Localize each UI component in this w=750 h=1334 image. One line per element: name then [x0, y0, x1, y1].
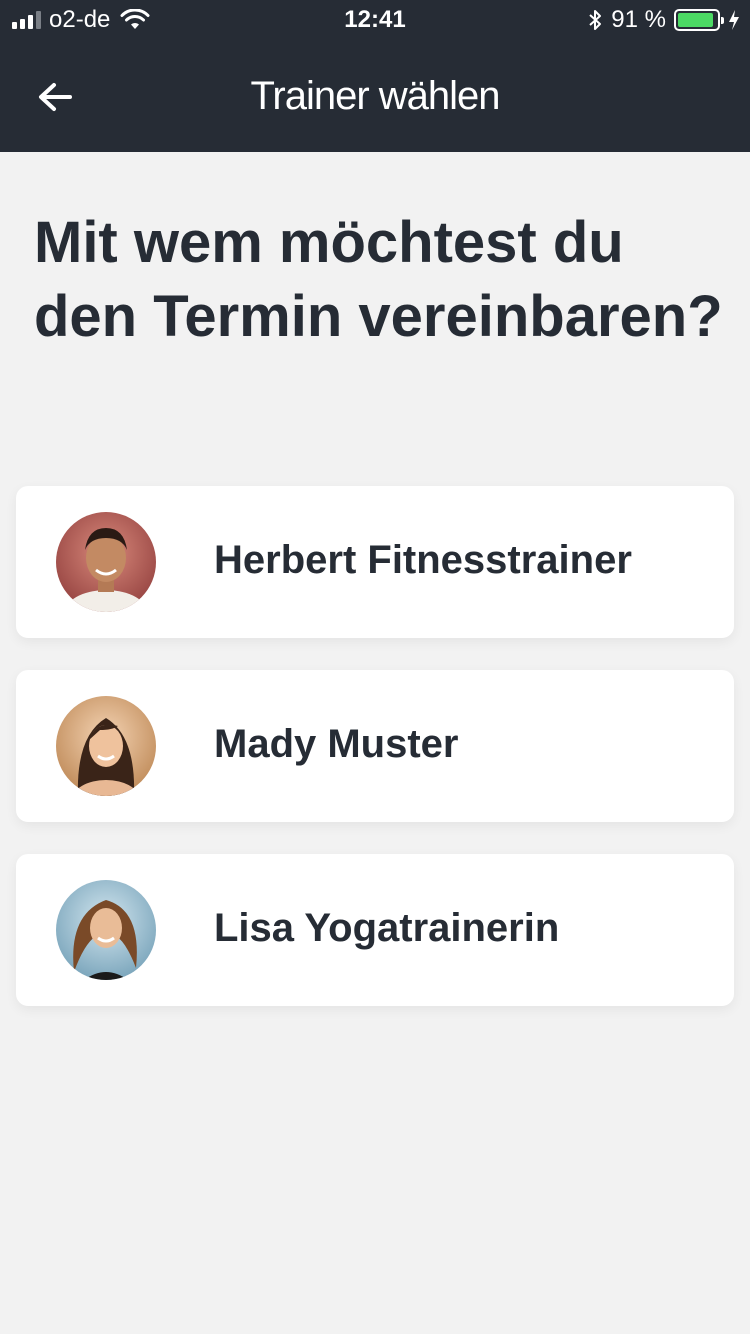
battery-percent: 91 %: [611, 6, 666, 33]
bluetooth-icon: [589, 10, 602, 30]
trainer-card-herbert[interactable]: Herbert Fitnesstrainer: [16, 486, 734, 638]
trainer-card-lisa[interactable]: Lisa Yogatrainerin: [16, 854, 734, 1006]
battery-fill: [678, 13, 713, 27]
trainer-name: Lisa Yogatrainerin: [214, 906, 560, 950]
trainer-card-mady[interactable]: Mady Muster: [16, 670, 734, 822]
nav-bar: Trainer wählen: [0, 40, 750, 152]
trainer-name: Herbert Fitnesstrainer: [214, 538, 632, 582]
avatar: [56, 696, 156, 796]
status-bar: o2-de 12:41 91 %: [0, 0, 750, 40]
avatar: [56, 880, 156, 980]
battery-cap: [721, 17, 724, 24]
trainer-name: Mady Muster: [214, 722, 459, 766]
headline-question: Mit wem möchtest du den Termin vereinbar…: [34, 210, 723, 349]
status-right: 91 %: [587, 6, 740, 34]
battery-icon: [674, 9, 724, 31]
page-title: Trainer wählen: [250, 74, 500, 118]
charging-icon: [729, 10, 739, 30]
avatar: [56, 512, 156, 612]
trainer-list: Herbert Fitnesstrainer Mady Muster Lisa …: [16, 486, 734, 1038]
